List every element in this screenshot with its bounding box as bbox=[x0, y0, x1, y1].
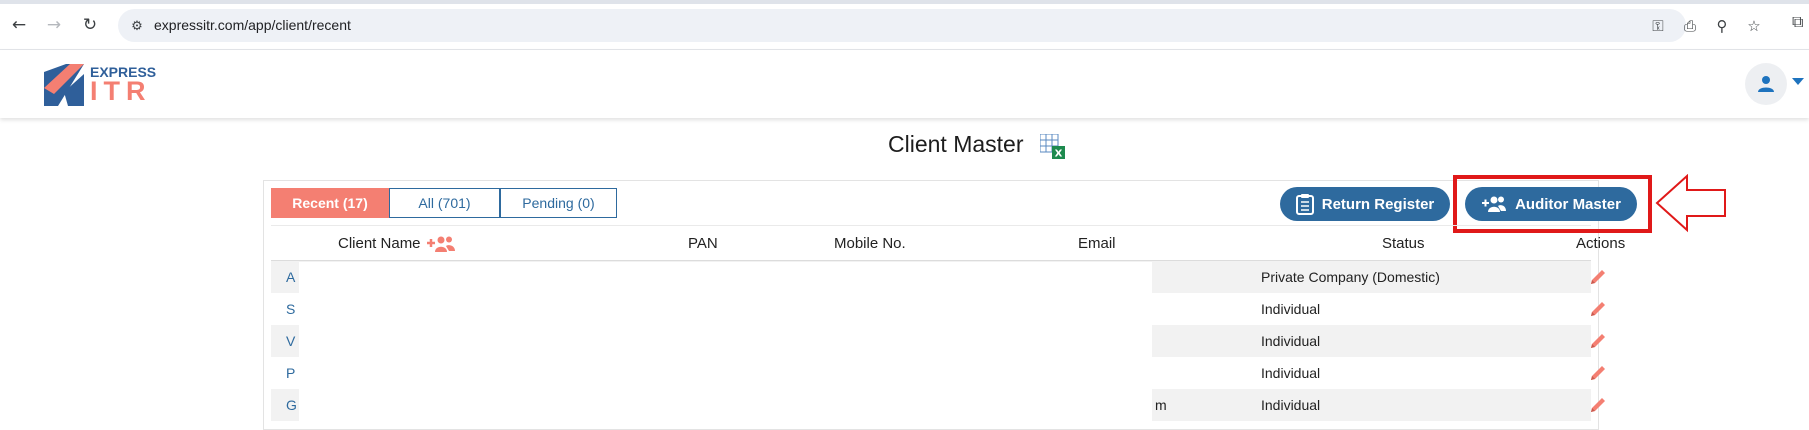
bookmark-star-icon[interactable]: ☆ bbox=[1744, 16, 1764, 36]
back-arrow-icon[interactable]: ← bbox=[6, 12, 32, 38]
column-pan[interactable]: PAN bbox=[688, 235, 718, 252]
extensions-icon[interactable]: ⧉ bbox=[1792, 12, 1809, 38]
user-icon bbox=[1758, 76, 1774, 92]
status-cell: Individual bbox=[1261, 301, 1321, 317]
tab-strip bbox=[0, 0, 1809, 4]
status-cell: Individual bbox=[1261, 365, 1321, 381]
edit-pencil-icon[interactable] bbox=[1588, 299, 1608, 319]
reload-icon[interactable]: ↻ bbox=[77, 12, 103, 38]
column-mobile[interactable]: Mobile No. bbox=[834, 235, 906, 252]
logo-mark-icon bbox=[44, 64, 84, 106]
return-register-button[interactable]: Return Register bbox=[1280, 187, 1450, 221]
email-cell: m bbox=[1155, 397, 1167, 413]
status-cell: Private Company (Domestic) bbox=[1261, 269, 1440, 285]
column-email[interactable]: Email bbox=[1078, 235, 1116, 252]
address-bar[interactable]: ⚙ expressitr.com/app/client/recent ⚿ ⎙ ⚲… bbox=[118, 9, 1761, 42]
column-status[interactable]: Status bbox=[1382, 235, 1425, 252]
client-name-cell[interactable]: G bbox=[286, 397, 297, 413]
edit-pencil-icon[interactable] bbox=[1588, 395, 1608, 415]
excel-export-icon[interactable]: X bbox=[1039, 133, 1066, 160]
left-arrow-annotation bbox=[1655, 174, 1726, 233]
browser-toolbar: ← → ↻ ⚙ expressitr.com/app/client/recent… bbox=[0, 0, 1809, 50]
client-name-cell[interactable]: P bbox=[286, 365, 295, 381]
page-title: Client Master bbox=[888, 131, 1024, 157]
column-client-name[interactable]: Client Name bbox=[338, 235, 421, 252]
tab-pending[interactable]: Pending (0) bbox=[500, 188, 617, 218]
column-actions: Actions bbox=[1576, 235, 1626, 252]
redaction-overlay bbox=[299, 262, 1152, 422]
return-register-label: Return Register bbox=[1321, 195, 1435, 213]
client-tabs: Recent (17) All (701) Pending (0) bbox=[271, 188, 617, 218]
site-info-icon[interactable]: ⚙ bbox=[127, 16, 147, 36]
logo-text-bottom: ITR bbox=[90, 76, 152, 106]
edit-pencil-icon[interactable] bbox=[1588, 331, 1608, 351]
table-header: Client Name PAN Mobile No. Email Status … bbox=[271, 225, 1625, 261]
status-cell: Individual bbox=[1261, 397, 1321, 413]
tab-all[interactable]: All (701) bbox=[389, 188, 500, 218]
tab-recent[interactable]: Recent (17) bbox=[271, 188, 389, 218]
express-itr-logo[interactable]: EXPRESS ITR bbox=[44, 62, 164, 108]
chevron-down-icon[interactable] bbox=[1792, 78, 1804, 85]
status-cell: Individual bbox=[1261, 333, 1321, 349]
zoom-icon[interactable]: ⚲ bbox=[1712, 16, 1732, 36]
install-app-icon[interactable]: ⎙ bbox=[1680, 16, 1700, 36]
edit-pencil-icon[interactable] bbox=[1588, 267, 1608, 287]
edit-pencil-icon[interactable] bbox=[1588, 363, 1608, 383]
add-client-icon[interactable] bbox=[426, 235, 458, 253]
clipboard-icon bbox=[1295, 194, 1314, 215]
client-name-cell[interactable]: S bbox=[286, 301, 295, 317]
client-name-cell[interactable]: A bbox=[286, 269, 295, 285]
user-avatar[interactable] bbox=[1745, 63, 1787, 105]
app-header: EXPRESS ITR bbox=[0, 50, 1809, 118]
svg-text:X: X bbox=[1055, 149, 1063, 160]
forward-arrow-icon[interactable]: → bbox=[41, 12, 67, 38]
key-icon[interactable]: ⚿ bbox=[1648, 16, 1668, 36]
client-name-cell[interactable]: V bbox=[286, 333, 295, 349]
url-text[interactable]: expressitr.com/app/client/recent bbox=[154, 17, 351, 33]
